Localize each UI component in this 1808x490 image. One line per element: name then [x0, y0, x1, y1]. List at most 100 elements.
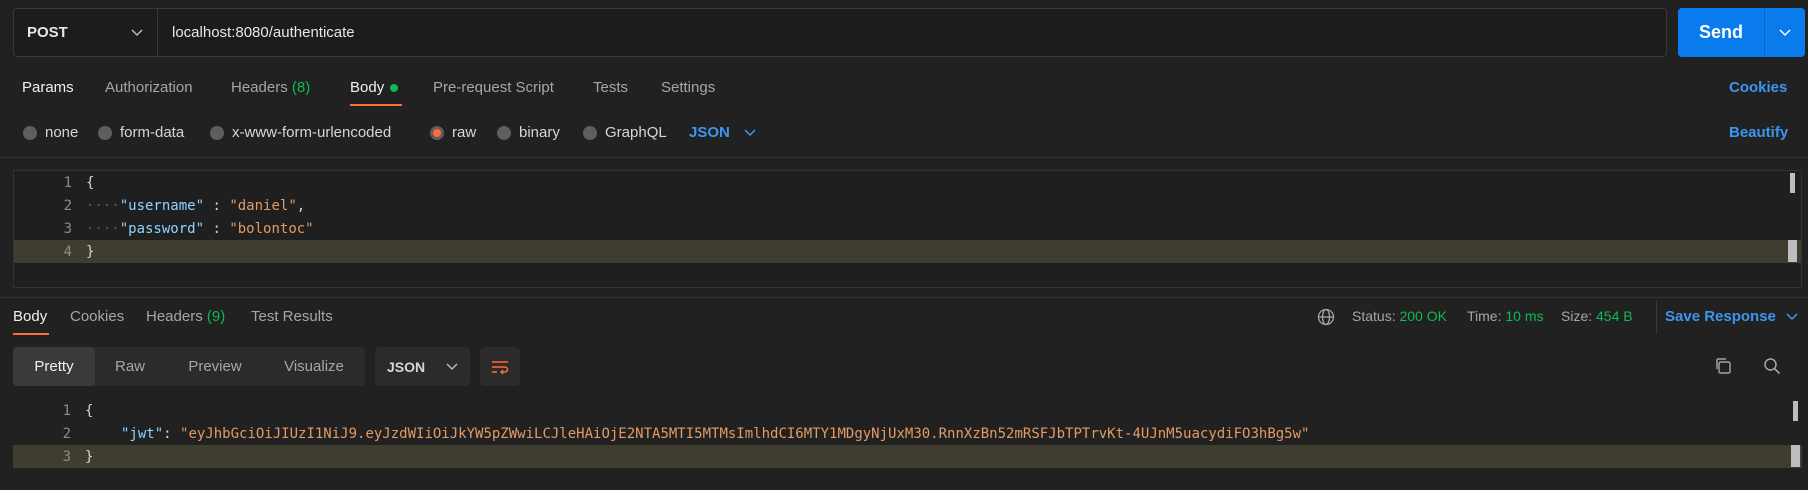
response-format-label: JSON — [387, 358, 426, 375]
code-line: 1 { — [14, 171, 1801, 194]
radio-icon — [497, 125, 511, 140]
radio-form-data-label: form-data — [120, 124, 185, 141]
radio-binary-label: binary — [519, 124, 560, 141]
colon: : — [163, 425, 181, 442]
active-response-tab-underline — [13, 333, 49, 335]
globe-icon[interactable] — [1317, 308, 1335, 326]
response-body-viewer[interactable]: 1 { 2 "jwt" : "eyJhbGciOiJIUzI1NiJ9.eyJz… — [13, 399, 1802, 469]
code-line: 3 ···· "password" : "bolontoc" — [14, 217, 1801, 240]
tab-headers-label: Headers — [231, 79, 288, 96]
view-mode-raw[interactable]: Raw — [95, 347, 165, 386]
method-select[interactable]: POST — [14, 9, 158, 56]
size-value: 454 B — [1596, 308, 1633, 324]
tab-prerequest-script[interactable]: Pre-request Script — [433, 79, 554, 96]
radio-selected-icon — [430, 125, 444, 140]
wrap-lines-icon — [492, 360, 509, 375]
body-format-select[interactable]: JSON — [689, 124, 756, 141]
tab-params[interactable]: Params — [22, 79, 74, 96]
radio-form-data[interactable]: form-data — [98, 124, 184, 141]
scrollbar-marker — [1791, 445, 1800, 467]
radio-graphql[interactable]: GraphQL — [583, 124, 667, 141]
line-number: 4 — [63, 243, 72, 260]
url-input[interactable]: localhost:8080/authenticate — [158, 9, 355, 56]
line-number: 2 — [63, 197, 72, 214]
tab-body-label: Body — [350, 79, 385, 96]
view-mode-pretty[interactable]: Pretty — [13, 347, 95, 386]
method-label: POST — [27, 24, 68, 41]
copy-icon[interactable] — [1714, 357, 1732, 375]
response-tab-headers[interactable]: Headers (9) — [146, 308, 225, 325]
json-value: "bolontoc" — [229, 220, 314, 237]
radio-none[interactable]: none — [23, 124, 78, 141]
divider — [1656, 300, 1657, 334]
response-tab-cookies[interactable]: Cookies — [70, 308, 124, 325]
radio-graphql-label: GraphQL — [605, 124, 667, 141]
beautify-link[interactable]: Beautify — [1729, 124, 1788, 141]
body-indicator-dot — [390, 84, 399, 93]
scrollbar-thumb[interactable] — [1793, 401, 1798, 421]
save-response-button[interactable]: Save Response — [1665, 308, 1798, 325]
line-number: 2 — [62, 425, 71, 442]
send-button-group: Send — [1678, 8, 1805, 57]
comma: , — [296, 197, 306, 214]
close-brace: } — [85, 448, 94, 465]
indent-dots: ···· — [86, 197, 120, 214]
line-number: 3 — [63, 220, 72, 237]
time-value: 10 ms — [1505, 308, 1544, 324]
json-key: "username" — [119, 197, 205, 214]
radio-icon — [23, 125, 37, 140]
close-brace: } — [86, 243, 95, 260]
response-tab-headers-count: (9) — [206, 308, 226, 325]
open-brace: { — [85, 402, 94, 419]
scrollbar-marker — [1788, 240, 1797, 262]
request-url-bar: POST localhost:8080/authenticate — [13, 8, 1667, 57]
response-status[interactable]: Status: 200 OK — [1352, 308, 1447, 324]
cookies-link[interactable]: Cookies — [1729, 79, 1787, 96]
request-body-editor[interactable]: 1 { 2 ···· "username" : "daniel", 3 ····… — [13, 170, 1802, 288]
json-key: "password" — [119, 220, 205, 237]
tab-headers[interactable]: Headers (8) — [231, 79, 310, 96]
response-format-select[interactable]: JSON — [375, 347, 470, 386]
tab-settings[interactable]: Settings — [661, 79, 715, 96]
code-line-current: 3 } — [13, 445, 1802, 468]
view-mode-visualize[interactable]: Visualize — [268, 347, 360, 386]
line-number: 3 — [62, 448, 71, 465]
send-button[interactable]: Send — [1678, 8, 1764, 57]
radio-icon — [583, 125, 597, 140]
response-size[interactable]: Size: 454 B — [1561, 308, 1633, 324]
radio-raw[interactable]: raw — [430, 124, 476, 141]
chevron-down-icon — [131, 28, 143, 36]
save-response-label: Save Response — [1665, 308, 1776, 325]
tab-headers-count: (8) — [291, 79, 311, 96]
url-text: localhost:8080/authenticate — [172, 24, 355, 41]
indent-dots: ···· — [86, 220, 120, 237]
radio-urlencoded-label: x-www-form-urlencoded — [232, 124, 392, 141]
chevron-down-icon — [744, 128, 756, 136]
body-format-label: JSON — [689, 124, 730, 141]
json-value: "daniel" — [229, 197, 297, 214]
radio-icon — [210, 125, 224, 140]
response-time[interactable]: Time: 10 ms — [1467, 308, 1544, 324]
tab-authorization[interactable]: Authorization — [105, 79, 193, 96]
radio-binary[interactable]: binary — [497, 124, 560, 141]
wrap-lines-button[interactable] — [480, 347, 520, 386]
line-number: 1 — [62, 402, 71, 419]
view-mode-preview[interactable]: Preview — [170, 347, 260, 386]
response-tab-test-results[interactable]: Test Results — [251, 308, 333, 325]
colon: : — [204, 197, 230, 214]
send-options-button[interactable] — [1765, 8, 1805, 57]
scrollbar-thumb[interactable] — [1790, 173, 1795, 193]
tab-tests[interactable]: Tests — [593, 79, 628, 96]
radio-urlencoded[interactable]: x-www-form-urlencoded — [210, 124, 391, 141]
response-tab-body[interactable]: Body — [13, 308, 47, 325]
radio-raw-label: raw — [452, 124, 477, 141]
size-label: Size: — [1561, 308, 1593, 324]
search-icon[interactable] — [1763, 357, 1781, 375]
code-line: 1 { — [13, 399, 1802, 422]
chevron-down-icon — [1779, 28, 1791, 36]
time-label: Time: — [1467, 308, 1502, 324]
tab-body[interactable]: Body — [350, 79, 399, 96]
divider — [0, 297, 1808, 298]
json-key: "jwt" — [121, 425, 164, 442]
open-brace: { — [86, 174, 95, 191]
